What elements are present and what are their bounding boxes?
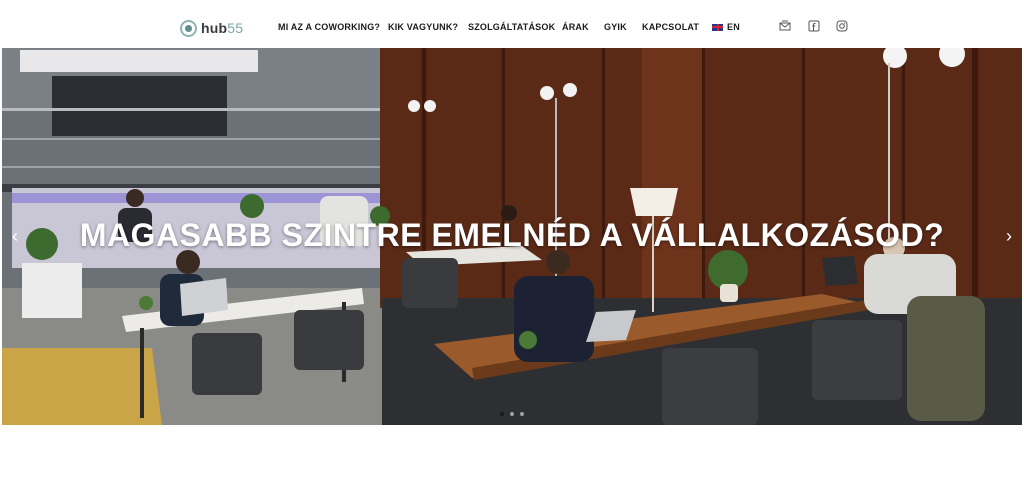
site-logo[interactable]: hub55	[180, 18, 243, 38]
slider-prev-arrow[interactable]: ‹	[8, 226, 22, 246]
nav-item-contact[interactable]: KAPCSOLAT	[642, 22, 699, 32]
slider-next-arrow[interactable]: ›	[1002, 226, 1016, 246]
language-label: EN	[727, 22, 740, 32]
nav-item-prices[interactable]: ÁRAK	[562, 22, 589, 32]
site-header: hub55 MI AZ A COWORKING? KIK VAGYUNK? SZ…	[0, 0, 1024, 48]
logo-mark-icon	[180, 19, 197, 37]
language-switcher[interactable]: EN	[712, 22, 740, 32]
hero-headline: MAGASABB SZINTRE EMELNÉD A VÁLLALKOZÁSOD…	[79, 217, 945, 253]
facebook-icon[interactable]	[808, 20, 820, 32]
nav-item-services[interactable]: SZOLGÁLTATÁSOK	[468, 22, 555, 32]
slider-dot[interactable]	[510, 412, 514, 416]
slider-dot[interactable]	[500, 412, 504, 416]
nav-item-about[interactable]: KIK VAGYUNK?	[388, 22, 458, 32]
nav-item-faq[interactable]: GYIK	[604, 22, 627, 32]
slider-dot[interactable]	[520, 412, 524, 416]
logo-text: hub55	[201, 20, 244, 36]
nav-item-coworking[interactable]: MI AZ A COWORKING?	[278, 22, 380, 32]
hero-slider: MAGASABB SZINTRE EMELNÉD A VÁLLALKOZÁSOD…	[2, 48, 1022, 425]
uk-flag-icon	[712, 23, 723, 31]
mail-icon[interactable]	[779, 20, 791, 32]
instagram-icon[interactable]	[836, 20, 848, 32]
slider-pagination	[500, 412, 524, 416]
